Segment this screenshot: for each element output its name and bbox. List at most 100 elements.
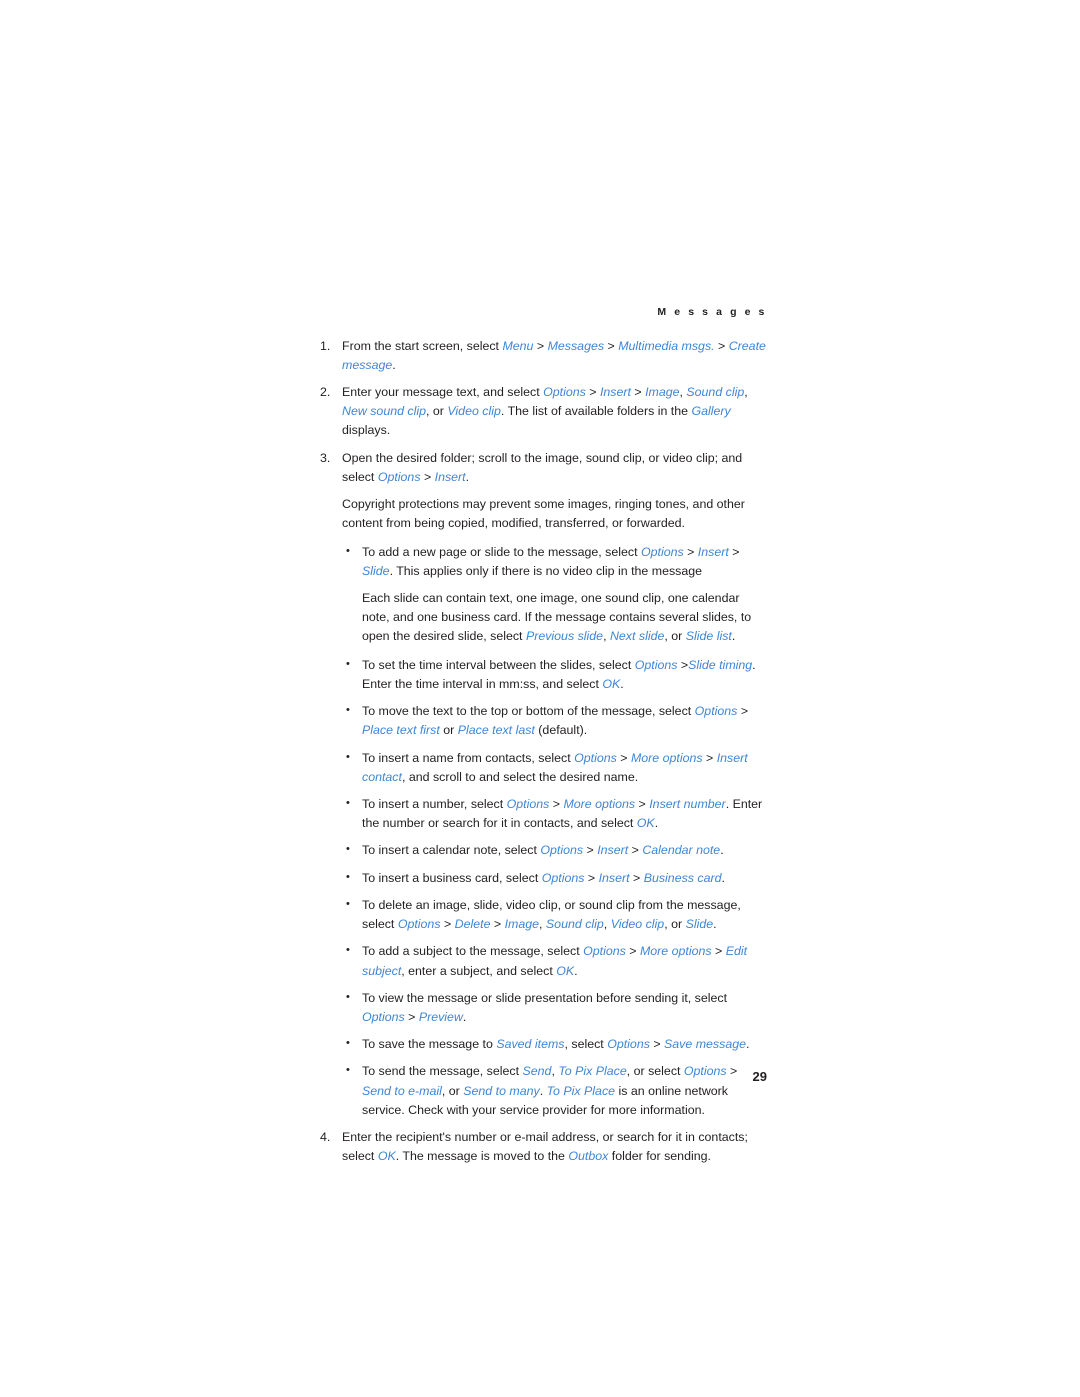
ui-term: To Pix Place xyxy=(546,1083,616,1098)
body-text: > xyxy=(404,1009,419,1024)
ui-term: OK xyxy=(636,816,655,831)
bullet-icon: • xyxy=(346,544,350,557)
body-text: . The message is moved to the xyxy=(395,1149,569,1164)
body-text: > xyxy=(490,917,505,932)
body-text: . The list of available folders in the xyxy=(500,404,692,419)
bullet-item: • To set the time interval between the sl… xyxy=(320,656,767,694)
body-text: . xyxy=(746,1037,750,1052)
ui-term: OK xyxy=(377,1149,396,1164)
body-text: , enter a subject, and select xyxy=(401,963,557,978)
ui-term: Menu xyxy=(502,338,534,353)
body-text: > xyxy=(702,750,717,765)
bullet-item: • To add a subject to the message, select… xyxy=(320,942,767,980)
ui-term: More options xyxy=(630,750,703,765)
body-text: , and scroll to and select the desired n… xyxy=(401,769,639,784)
ui-term: Video clip xyxy=(447,404,501,419)
step-marker: 4. xyxy=(320,1130,331,1145)
bullet-item: • To view the message or slide presentati… xyxy=(320,989,767,1027)
ui-term: Options xyxy=(694,704,738,719)
body-text: or xyxy=(439,723,458,738)
ui-term: Place text first xyxy=(362,723,440,738)
ui-term: OK xyxy=(556,963,575,978)
body-text: > xyxy=(625,944,640,959)
bullet-icon: • xyxy=(346,897,350,910)
body-text: , xyxy=(603,917,611,932)
running-header: M e s s a g e s xyxy=(657,306,767,318)
body-text: . xyxy=(721,870,725,885)
ui-term: Options xyxy=(634,657,678,672)
bullet-icon: • xyxy=(346,1037,350,1050)
body-text: Copyright protections may prevent some i… xyxy=(342,497,745,531)
body-text: , xyxy=(603,629,610,644)
numbered-step: 4. Enter the recipient's number or e-mail… xyxy=(320,1128,767,1166)
body-text: To view the message or slide presentatio… xyxy=(362,990,728,1005)
body-text: To insert a business card, select xyxy=(362,870,542,885)
ui-term: Options xyxy=(574,750,617,765)
body-text: . xyxy=(720,843,724,858)
body-text: . xyxy=(731,629,736,644)
manual-page: M e s s a g e s 1. From the start screen,… xyxy=(0,0,1080,1397)
body-text: . xyxy=(539,1083,547,1098)
body-text: Enter your message text, and select xyxy=(342,385,544,400)
ui-term: Image xyxy=(645,385,680,400)
bullet-icon: • xyxy=(346,750,350,763)
body-text: To insert a name from contacts, select xyxy=(362,750,575,765)
ui-term: Slide xyxy=(685,917,714,932)
ui-term: Insert xyxy=(598,870,630,885)
bullet-icon: • xyxy=(346,657,350,670)
ui-term: New sound clip xyxy=(342,404,427,419)
ui-term: Image xyxy=(504,917,540,932)
body-text: folder for sending. xyxy=(608,1149,711,1164)
bullet-item: • To insert a number, select Options > Mo… xyxy=(320,795,767,833)
numbered-step: 1. From the start screen, select Menu > M… xyxy=(320,337,767,375)
body-text: To set the time interval between the sli… xyxy=(362,657,635,672)
body-text: . xyxy=(654,816,659,831)
body-text: > xyxy=(635,796,650,811)
bullet-icon: • xyxy=(346,944,350,957)
ui-term: Send to e-mail xyxy=(362,1083,442,1098)
ui-term: Options xyxy=(543,385,586,400)
ui-term: Messages xyxy=(547,338,605,353)
body-text: . This applies only if there is no video… xyxy=(389,563,703,578)
bullet-item: • To insert a name from contacts, select … xyxy=(320,749,767,787)
ui-term: Multimedia msgs. xyxy=(618,338,715,353)
body-text: , xyxy=(744,385,748,400)
bullet-item: • To insert a calendar note, select Optio… xyxy=(320,841,767,860)
body-text: > xyxy=(549,796,564,811)
body-text: From the start screen, select xyxy=(342,338,503,353)
bullet-item: • To save the message to Saved items, sel… xyxy=(320,1035,767,1054)
body-text: > xyxy=(714,338,729,353)
body-text: , or xyxy=(664,917,686,932)
body-text: > xyxy=(584,870,599,885)
ui-term: Slide xyxy=(362,563,390,578)
body-text: > xyxy=(583,843,598,858)
ui-term: More options xyxy=(563,796,636,811)
body-text: . xyxy=(462,1009,467,1024)
body-text: > xyxy=(440,917,455,932)
bullet-icon: • xyxy=(346,990,350,1003)
body-text: > xyxy=(683,544,698,559)
body-text: > xyxy=(711,944,726,959)
body-text: > xyxy=(533,338,548,353)
ui-term: Options xyxy=(640,544,684,559)
bullet-item: • To insert a business card, select Optio… xyxy=(320,869,767,888)
step-marker: 2. xyxy=(320,385,331,400)
ui-term: Options xyxy=(362,1009,405,1024)
ui-term: Send to many xyxy=(463,1083,540,1098)
copyright-note: Copyright protections may prevent some i… xyxy=(320,495,767,533)
body-text: . xyxy=(620,676,624,691)
ui-term: Options xyxy=(541,870,585,885)
ui-term: More options xyxy=(639,944,712,959)
ui-term: Saved items xyxy=(496,1037,565,1052)
body-text: . xyxy=(713,917,717,932)
ui-term: Preview xyxy=(418,1009,463,1024)
step-marker: 3. xyxy=(320,450,331,465)
ui-term: Previous slide xyxy=(525,629,604,644)
page-number: 29 xyxy=(752,1069,767,1084)
body-text: . xyxy=(574,963,578,978)
bullet-icon: • xyxy=(346,843,350,856)
body-text: (default). xyxy=(534,723,588,738)
body-text: To save the message to xyxy=(362,1037,497,1052)
ui-term: Calendar note xyxy=(642,843,721,858)
ui-term: Next slide xyxy=(609,629,665,644)
